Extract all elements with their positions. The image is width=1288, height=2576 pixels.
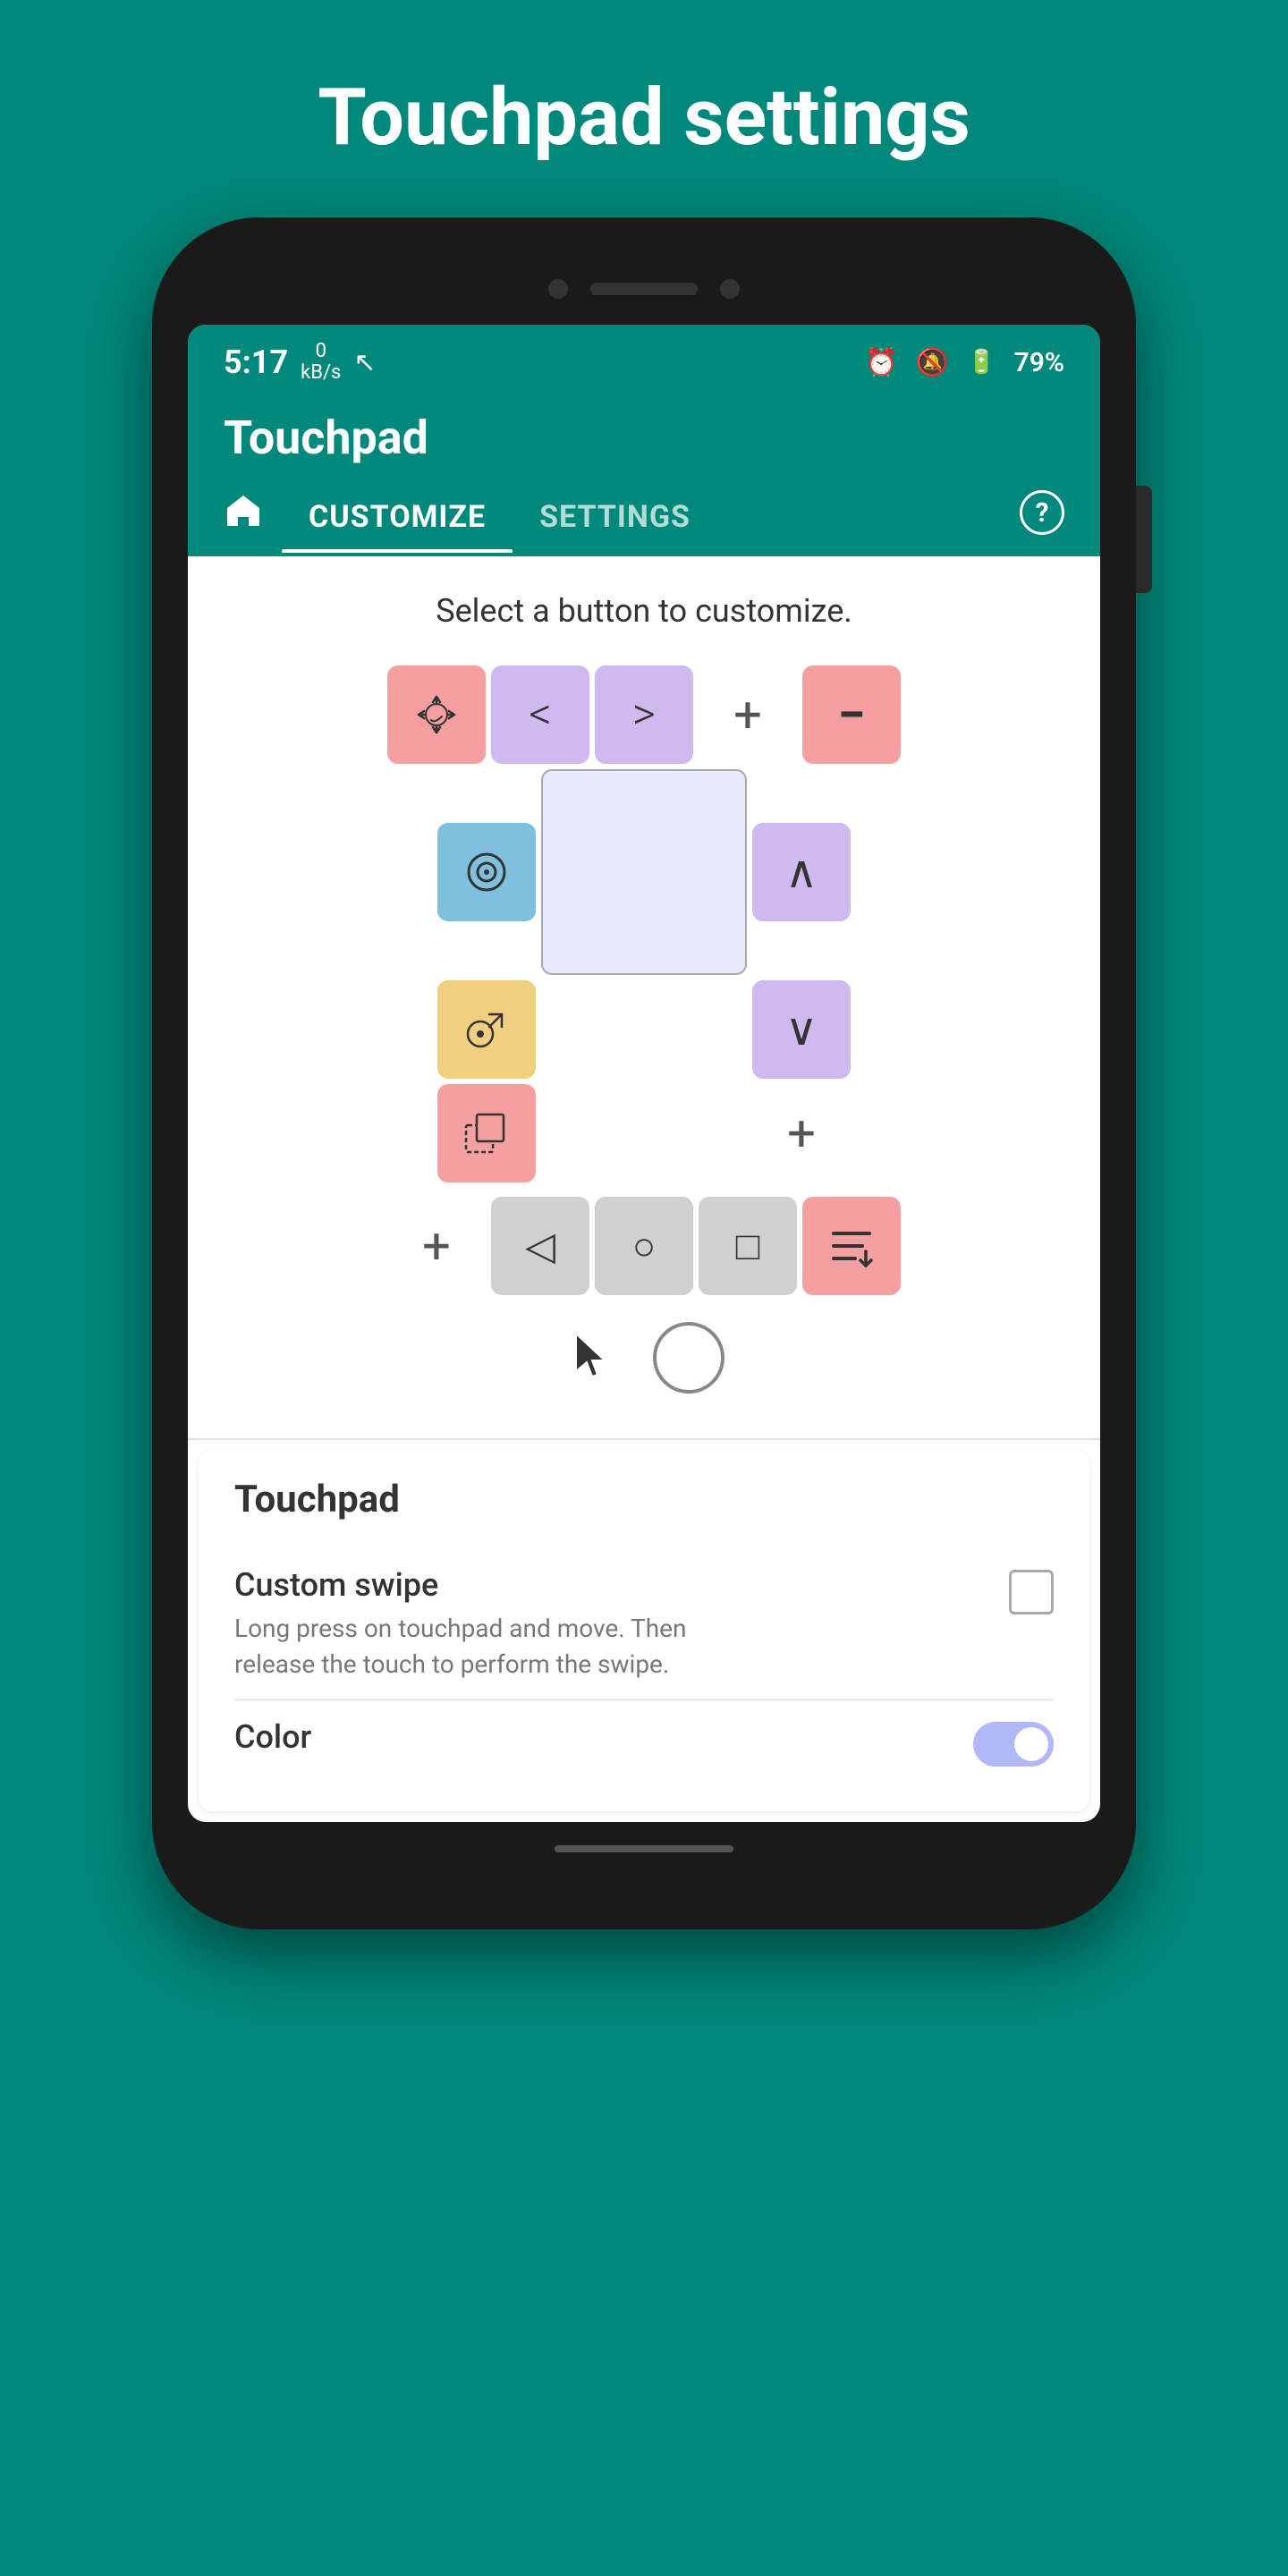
phone-bottom [188,1822,1100,1876]
up-button[interactable]: ∧ [752,823,851,921]
grid-row-3: ∨ [437,980,851,1079]
customize-tab[interactable]: CUSTOMIZE [282,487,513,553]
touchpad-settings-title: Touchpad [234,1478,1054,1521]
grid-row-4: + [437,1084,851,1182]
app-header: Touchpad CUSTOMIZE SETTINGS ? [188,393,1100,556]
button-grid: < > + − [215,665,1073,1295]
cursor-status-icon: ↖ [353,347,376,378]
front-camera [548,279,568,299]
section-divider [188,1438,1100,1440]
home-nav-button[interactable]: ○ [595,1197,693,1295]
select-button[interactable] [437,1084,536,1182]
color-text: Color [234,1718,973,1756]
left-button[interactable]: < [491,665,589,764]
menu-button[interactable] [802,1197,901,1295]
notch-speaker [590,283,698,295]
back-nav-button[interactable]: ◁ [491,1197,589,1295]
grid-row-1: < > + − [387,665,901,764]
record-button[interactable] [437,823,536,921]
select-prompt: Select a button to customize. [215,592,1073,630]
add-button-1[interactable]: + [699,665,797,764]
custom-swipe-desc: Long press on touchpad and move. Then re… [234,1611,735,1681]
side-button[interactable] [1136,486,1152,593]
settings-tab[interactable]: SETTINGS [513,487,717,553]
down-button[interactable]: ∨ [752,980,851,1079]
custom-swipe-label: Custom swipe [234,1566,1009,1604]
bell-off-icon: 🔕 [916,347,949,378]
large-circle-icon [653,1322,724,1394]
alarm-icon: ⏰ [864,347,897,378]
page-title: Touchpad settings [318,72,970,164]
battery-percent: 79% [1014,347,1064,378]
add-button-2[interactable]: + [752,1084,851,1182]
move-button[interactable] [387,665,486,764]
notch-sensor [720,279,740,299]
status-time: 5:17 [224,343,288,381]
home-indicator [555,1845,733,1852]
custom-swipe-checkbox[interactable] [1009,1570,1054,1614]
tab-bar: CUSTOMIZE SETTINGS ? [224,483,1064,556]
grid-row-bottom: + ◁ ○ □ [387,1197,901,1295]
phone-screen: 5:17 0kB/s ↖ ⏰ 🔕 🔋 79% Touchpad [188,325,1100,1822]
status-bar: 5:17 0kB/s ↖ ⏰ 🔕 🔋 79% [188,325,1100,393]
cursor-pointer-icon [564,1325,626,1391]
minus-button[interactable]: − [802,665,901,764]
home-tab-button[interactable] [224,483,282,556]
recent-nav-button[interactable]: □ [699,1197,797,1295]
bottom-icons-row [215,1322,1073,1411]
right-button[interactable]: > [595,665,693,764]
content-area: Select a button to customize. [188,556,1100,1438]
color-label: Color [234,1718,973,1756]
color-row: Color [234,1700,1054,1784]
status-data: 0kB/s [301,341,341,384]
app-title: Touchpad [224,411,1064,465]
color-toggle[interactable] [973,1722,1054,1767]
add-button-3[interactable]: + [387,1197,486,1295]
center-touchpad[interactable] [541,769,747,975]
custom-swipe-row: Custom swipe Long press on touchpad and … [234,1548,1054,1699]
help-button[interactable]: ? [1020,490,1064,535]
custom-swipe-text: Custom swipe Long press on touchpad and … [234,1566,1009,1681]
phone-notch [188,253,1100,325]
grid-row-2: ∧ [437,769,851,975]
touchpad-settings-section: Touchpad Custom swipe Long press on touc… [199,1451,1089,1810]
goto-button[interactable] [437,980,536,1079]
battery-icon: 🔋 [967,349,996,376]
